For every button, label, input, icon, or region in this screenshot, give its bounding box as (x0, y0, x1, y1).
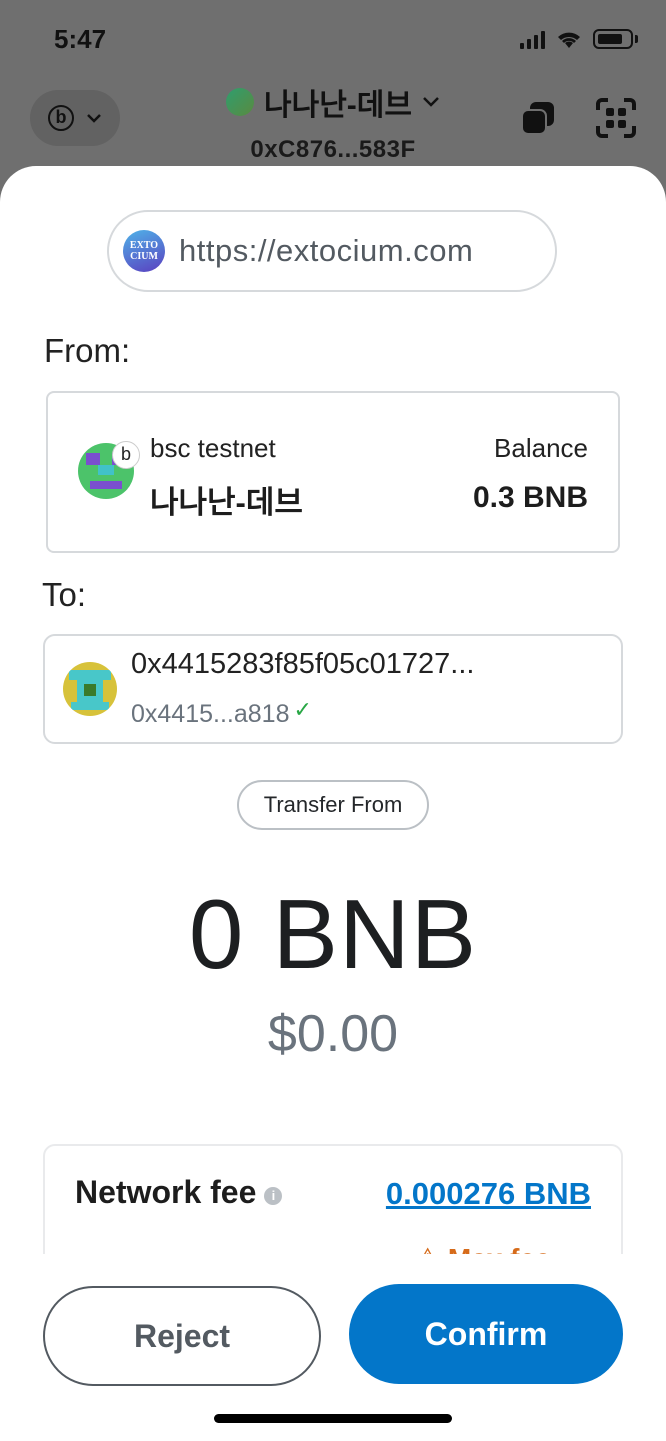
reject-button[interactable]: Reject (43, 1286, 321, 1386)
from-account-name: 나나난-데브 (150, 485, 303, 520)
to-address-card[interactable]: 0x4415283f85f05c01727... 0x4415...a818 ✓ (43, 634, 623, 744)
to-label: To: (42, 576, 87, 613)
cellular-signal-icon (520, 29, 545, 49)
recipient-address-short: 0x4415...a818 ✓ (131, 696, 312, 729)
origin-pill: EXTO CIUM https://extocium.com (107, 210, 557, 292)
site-logo: EXTO CIUM (123, 230, 165, 272)
fiat-amount: $0.00 (267, 1005, 399, 1063)
chevron-down-icon (423, 97, 439, 107)
recipient-address-short-text: 0x4415...a818 (131, 700, 290, 728)
account-selector[interactable]: 나나난-데브 (0, 80, 666, 124)
transaction-amount: 0 BNB (188, 879, 478, 989)
confirm-button[interactable]: Confirm (349, 1284, 623, 1384)
account-name: 나나난-데브 (264, 89, 412, 122)
balance-value: 0.3 BNB (472, 481, 588, 514)
recipient-avatar (63, 662, 117, 716)
account-avatar (226, 88, 254, 116)
copy-icon[interactable] (520, 100, 556, 136)
action-footer: Reject Confirm (0, 1254, 666, 1441)
status-time: 5:47 (54, 24, 107, 54)
scan-qr-icon[interactable] (596, 98, 636, 138)
account-address[interactable]: 0xC876...583F (0, 136, 666, 164)
from-account-card: b bsc testnet 나나난-데브 Balance 0.3 BNB (46, 391, 620, 553)
recipient-address-full: 0x4415283f85f05c01727... (131, 648, 475, 680)
origin-url: https://extocium.com (179, 233, 474, 268)
from-label: From: (44, 332, 131, 369)
from-network: bsc testnet (150, 433, 276, 463)
verified-check-icon: ✓ (293, 696, 312, 722)
network-fee-label: Network fee (75, 1174, 257, 1210)
home-indicator[interactable] (214, 1414, 452, 1423)
battery-tip (635, 35, 638, 43)
transaction-type-tag: Transfer From (237, 780, 429, 830)
network-fee-label-row: Network fee i (75, 1174, 283, 1211)
wifi-icon (558, 32, 580, 48)
status-icons (520, 28, 638, 50)
info-icon[interactable]: i (264, 1186, 283, 1205)
network-badge: b (112, 441, 140, 469)
confirmation-sheet: EXTO CIUM https://extocium.com From: b bs… (0, 166, 666, 1441)
balance-label: Balance (494, 433, 588, 463)
battery-icon (593, 29, 633, 49)
account-header: 나나난-데브 0xC876...583F (0, 80, 666, 164)
network-fee-value[interactable]: 0.000276 BNB (386, 1176, 591, 1212)
